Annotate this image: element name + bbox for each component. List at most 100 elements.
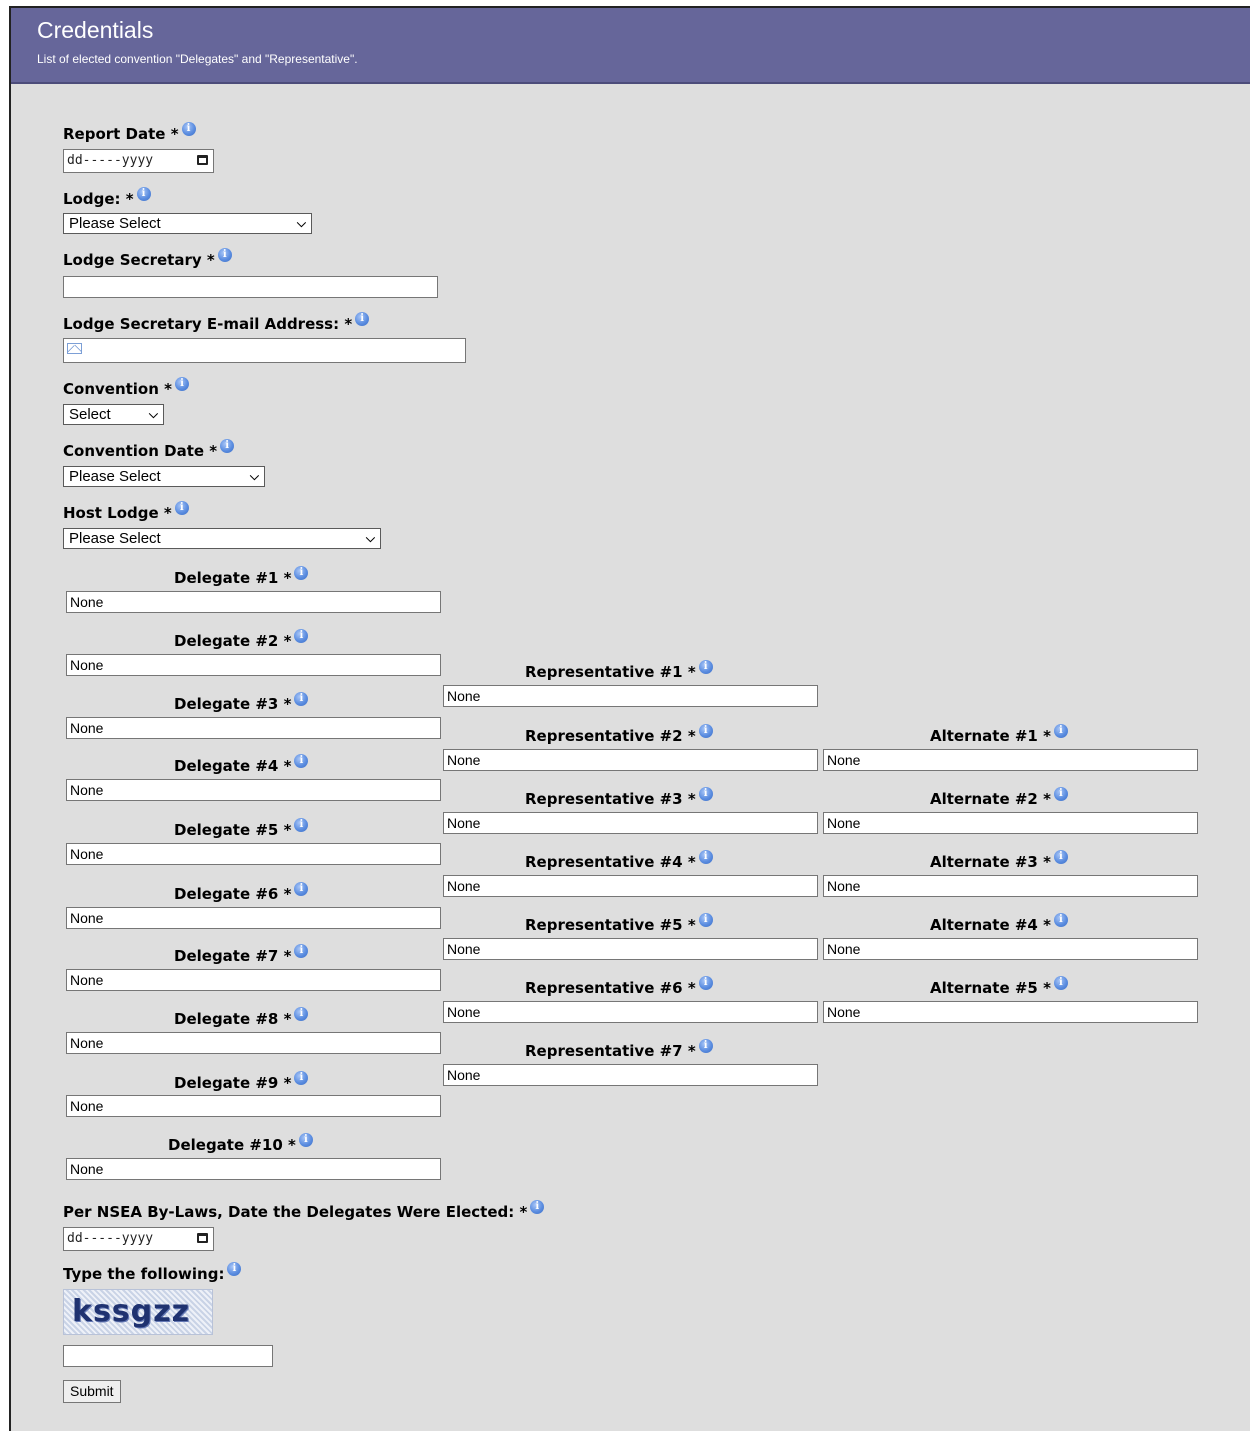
info-icon[interactable]: i [355, 312, 370, 326]
alternate-4-label: Alternate #4 * i [930, 913, 1068, 934]
info-icon[interactable]: i [174, 501, 189, 515]
host-lodge-label: Host Lodge * i [63, 501, 189, 522]
election-date-input[interactable]: dd-----yyyy [63, 1227, 214, 1251]
secretary-email-label: Lodge Secretary E-mail Address: * i [63, 312, 370, 333]
chevron-down-icon: ⌵ [249, 469, 259, 483]
report-date-input[interactable]: dd-----yyyy [63, 149, 214, 173]
representative-2-input[interactable]: None [443, 749, 818, 771]
delegate-6-input[interactable]: None [66, 907, 441, 929]
info-icon[interactable]: i [530, 1200, 545, 1214]
info-icon[interactable]: i [698, 1039, 713, 1053]
alternate-2-input[interactable]: None [823, 812, 1198, 834]
alternate-5-label: Alternate #5 * i [930, 976, 1068, 997]
representative-1-input[interactable]: None [443, 685, 818, 707]
representative-6-input[interactable]: None [443, 1001, 818, 1023]
captcha-label: Type the following: i [63, 1262, 242, 1283]
info-icon[interactable]: i [1053, 850, 1068, 864]
alternate-5-input[interactable]: None [823, 1001, 1198, 1023]
calendar-icon[interactable] [197, 155, 208, 165]
info-icon[interactable]: i [220, 439, 235, 453]
representative-6-label: Representative #6 * i [525, 976, 713, 997]
delegate-8-label: Delegate #8 * i [174, 1007, 309, 1028]
captcha-input[interactable] [63, 1345, 273, 1367]
convention-select[interactable]: Select ⌵ [63, 404, 164, 425]
delegate-2-input[interactable]: None [66, 654, 441, 676]
representative-3-input[interactable]: None [443, 812, 818, 834]
delegate-10-input[interactable]: None [66, 1158, 441, 1180]
representative-5-input[interactable]: None [443, 938, 818, 960]
info-icon[interactable]: i [698, 660, 713, 674]
delegate-5-input[interactable]: None [66, 843, 441, 865]
info-icon[interactable]: i [294, 1071, 309, 1085]
info-icon[interactable]: i [1053, 913, 1068, 927]
alternate-2-label: Alternate #2 * i [930, 787, 1068, 808]
representative-4-label: Representative #4 * i [525, 850, 713, 871]
info-icon[interactable]: i [294, 629, 309, 643]
chevron-down-icon: ⌵ [365, 531, 375, 545]
lodge-select[interactable]: Please Select ⌵ [63, 213, 312, 234]
delegate-9-input[interactable]: None [66, 1095, 441, 1117]
info-icon[interactable]: i [227, 1262, 242, 1276]
alternate-4-input[interactable]: None [823, 938, 1198, 960]
convention-date-select[interactable]: Please Select ⌵ [63, 466, 265, 487]
delegate-4-label: Delegate #4 * i [174, 754, 309, 775]
info-icon[interactable]: i [698, 724, 713, 738]
info-icon[interactable]: i [1053, 976, 1068, 990]
delegate-2-label: Delegate #2 * i [174, 629, 309, 650]
envelope-icon [67, 343, 82, 354]
report-date-label: Report Date * i [63, 122, 196, 143]
info-icon[interactable]: i [1053, 787, 1068, 801]
calendar-icon[interactable] [197, 1233, 208, 1243]
delegate-4-input[interactable]: None [66, 779, 441, 801]
alternate-3-label: Alternate #3 * i [930, 850, 1068, 871]
secretary-email-input[interactable] [63, 338, 466, 363]
delegate-8-input[interactable]: None [66, 1032, 441, 1054]
info-icon[interactable]: i [294, 818, 309, 832]
delegate-6-label: Delegate #6 * i [174, 882, 309, 903]
captcha-image: kssgzz [63, 1289, 213, 1335]
representative-4-input[interactable]: None [443, 875, 818, 897]
lodge-secretary-label: Lodge Secretary * i [63, 248, 232, 269]
host-lodge-select[interactable]: Please Select ⌵ [63, 528, 381, 549]
info-icon[interactable]: i [181, 122, 196, 136]
info-icon[interactable]: i [698, 976, 713, 990]
delegate-1-input[interactable]: None [66, 591, 441, 613]
header-bar: Credentials List of elected convention "… [11, 8, 1250, 84]
delegate-5-label: Delegate #5 * i [174, 818, 309, 839]
delegate-7-label: Delegate #7 * i [174, 944, 309, 965]
representative-3-label: Representative #3 * i [525, 787, 713, 808]
info-icon[interactable]: i [174, 377, 189, 391]
info-icon[interactable]: i [1053, 724, 1068, 738]
info-icon[interactable]: i [294, 692, 309, 706]
representative-1-label: Representative #1 * i [525, 660, 713, 681]
page-title: Credentials [37, 17, 154, 43]
info-icon[interactable]: i [698, 787, 713, 801]
convention-label: Convention * i [63, 377, 189, 398]
alternate-3-input[interactable]: None [823, 875, 1198, 897]
info-icon[interactable]: i [294, 944, 309, 958]
page-subtitle: List of elected convention "Delegates" a… [37, 52, 358, 66]
delegate-3-label: Delegate #3 * i [174, 692, 309, 713]
delegate-7-input[interactable]: None [66, 969, 441, 991]
delegate-9-label: Delegate #9 * i [174, 1071, 309, 1092]
representative-5-label: Representative #5 * i [525, 913, 713, 934]
representative-7-input[interactable]: None [443, 1064, 818, 1086]
lodge-label: Lodge: * i [63, 187, 151, 208]
lodge-secretary-input[interactable] [63, 276, 438, 298]
info-icon[interactable]: i [698, 913, 713, 927]
submit-button[interactable]: Submit [63, 1380, 121, 1403]
election-date-label: Per NSEA By-Laws, Date the Delegates Wer… [63, 1200, 545, 1221]
info-icon[interactable]: i [298, 1133, 313, 1147]
representative-2-label: Representative #2 * i [525, 724, 713, 745]
info-icon[interactable]: i [294, 882, 309, 896]
info-icon[interactable]: i [217, 248, 232, 262]
convention-date-label: Convention Date * i [63, 439, 235, 460]
info-icon[interactable]: i [136, 187, 151, 201]
info-icon[interactable]: i [698, 850, 713, 864]
delegate-10-label: Delegate #10 * i [168, 1133, 313, 1154]
info-icon[interactable]: i [294, 754, 309, 768]
info-icon[interactable]: i [294, 1007, 309, 1021]
delegate-3-input[interactable]: None [66, 717, 441, 739]
info-icon[interactable]: i [294, 566, 309, 580]
alternate-1-input[interactable]: None [823, 749, 1198, 771]
